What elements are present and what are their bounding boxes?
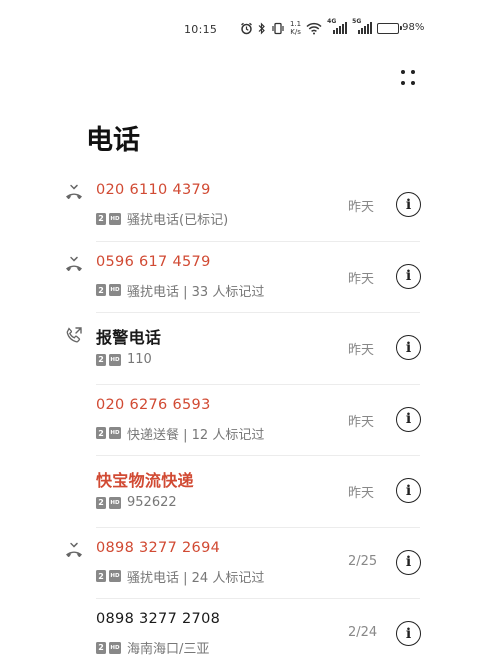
call-subtitle: 2 HD 110 — [96, 352, 152, 367]
page-title: 电话 — [86, 125, 140, 156]
call-subtitle: 2 HD 快递送餐 | 12 人标记过 — [96, 424, 264, 443]
call-detail: 骚扰电话 | 33 人标记过 — [127, 284, 265, 300]
hd-icon: HD — [109, 570, 121, 582]
call-log-item[interactable]: 020 6276 6593 2 HD 快递送餐 | 12 人标记过 昨天 i — [0, 385, 500, 457]
sim-2-icon: 2 — [96, 496, 106, 509]
sim-2-icon: 2 — [96, 427, 106, 439]
call-date: 昨天 — [348, 200, 375, 215]
call-log-item[interactable]: 0898 3277 2694 2 HD 骚扰电话 | 24 人标记过 2/25 … — [0, 528, 500, 600]
net-speed-unit: K/s — [290, 28, 301, 36]
call-log-item[interactable]: 0898 3277 2708 2 HD 海南海口/三亚 2/24 i — [0, 599, 500, 666]
call-name: 报警电话 — [96, 328, 162, 347]
missed-call-icon — [64, 254, 84, 274]
net-speed-value: 1.1 — [290, 20, 302, 28]
call-log-item[interactable]: 0596 617 4579 2 HD 骚扰电话 | 33 人标记过 昨天 i — [0, 242, 500, 314]
call-subtitle: 2 HD 骚扰电话(已标记) — [96, 209, 228, 228]
info-icon[interactable]: i — [396, 549, 421, 575]
call-subtitle: 2 HD 海南海口/三亚 — [96, 638, 209, 657]
call-date: 2/24 — [348, 625, 378, 640]
battery-icon: 98% — [377, 22, 425, 34]
call-detail: 110 — [127, 352, 152, 367]
bottom-edge — [0, 658, 500, 666]
hd-icon: HD — [109, 496, 121, 509]
sim-2-icon: 2 — [96, 641, 106, 654]
no-call-type-icon — [64, 397, 84, 417]
outgoing-call-icon — [64, 325, 84, 345]
info-icon[interactable]: i — [396, 621, 421, 646]
call-name: 0596 617 4579 — [96, 253, 211, 270]
call-detail: 骚扰电话(已标记) — [127, 213, 229, 228]
call-date: 昨天 — [348, 486, 375, 501]
sim-2-icon: 2 — [96, 284, 106, 296]
hd-icon: HD — [109, 284, 121, 296]
signal-icon-5g: 5G — [352, 18, 373, 34]
status-icons: 1.1 K/s 4G 5G 98% — [240, 19, 424, 37]
call-date: 2/25 — [348, 553, 378, 569]
call-log-item[interactable]: 快宝物流快递 2 HD 952622 昨天 i — [0, 456, 500, 528]
call-date: 昨天 — [348, 343, 375, 358]
call-log-item[interactable]: 020 6110 4379 2 HD 骚扰电话(已标记) 昨天 i — [0, 170, 500, 242]
signal-icon-4g: 4G — [327, 18, 348, 34]
call-detail: 海南海口/三亚 — [127, 642, 210, 657]
call-detail: 952622 — [127, 495, 177, 510]
sim-2-icon: 2 — [96, 570, 106, 582]
info-icon[interactable]: i — [396, 192, 421, 217]
call-name: 020 6276 6593 — [96, 396, 211, 413]
battery-percent: 98% — [402, 22, 425, 33]
no-call-type-icon — [64, 468, 84, 488]
call-log-item[interactable]: 报警电话 2 HD 110 昨天 i — [0, 313, 500, 385]
missed-call-icon — [64, 182, 84, 202]
call-subtitle: 2 HD 骚扰电话 | 24 人标记过 — [96, 567, 264, 586]
call-log-list: 020 6110 4379 2 HD 骚扰电话(已标记) 昨天 i 0596 6… — [0, 170, 500, 666]
sim-2-icon: 2 — [96, 212, 106, 225]
alarm-icon — [240, 22, 253, 35]
call-date: 昨天 — [348, 271, 375, 287]
signal-label: 4G — [327, 18, 337, 25]
no-call-type-icon — [64, 611, 84, 631]
call-date: 昨天 — [348, 414, 375, 430]
info-icon[interactable]: i — [396, 263, 421, 289]
hd-icon: HD — [109, 641, 121, 654]
call-subtitle: 2 HD 骚扰电话 | 33 人标记过 — [96, 281, 264, 300]
more-icon[interactable] — [396, 66, 420, 90]
net-speed: 1.1 K/s — [290, 20, 301, 36]
bluetooth-icon — [258, 22, 266, 35]
hd-icon: HD — [109, 212, 121, 225]
call-name: 020 6110 4379 — [96, 182, 211, 198]
call-detail: 快递送餐 | 12 人标记过 — [127, 427, 265, 443]
sim-2-icon: 2 — [96, 353, 106, 366]
vibrate-icon — [271, 22, 285, 35]
status-bar: 10:15 1.1 K/s 4G 5G 98% — [0, 0, 500, 50]
wifi-icon — [306, 22, 322, 35]
call-detail: 骚扰电话 | 24 人标记过 — [127, 570, 265, 586]
signal-label: 5G — [352, 18, 362, 25]
call-subtitle: 2 HD 952622 — [96, 495, 177, 510]
status-time: 10:15 — [184, 23, 218, 36]
call-name: 快宝物流快递 — [96, 471, 194, 490]
info-icon[interactable]: i — [396, 335, 421, 360]
missed-call-icon — [64, 540, 84, 560]
call-name: 0898 3277 2694 — [96, 539, 221, 556]
info-icon[interactable]: i — [396, 478, 421, 503]
call-name: 0898 3277 2708 — [96, 611, 221, 627]
hd-icon: HD — [109, 353, 121, 366]
hd-icon: HD — [109, 427, 121, 439]
info-icon[interactable]: i — [396, 406, 421, 432]
